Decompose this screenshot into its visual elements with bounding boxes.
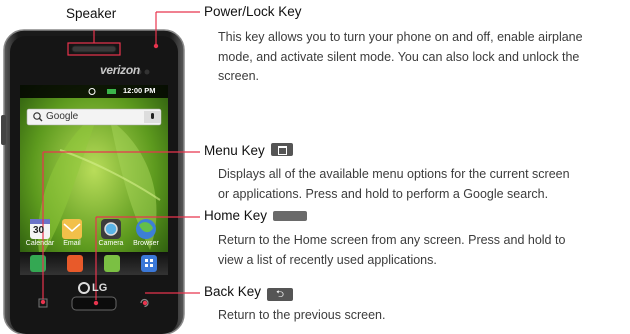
status-time: 12:00 PM	[123, 86, 156, 95]
app-label-camera[interactable]: Camera	[93, 240, 129, 247]
back-key-icon: ⮌	[267, 288, 294, 301]
speaker-grille	[71, 45, 117, 53]
callout-title-back-key: Back Key ⮌	[204, 284, 294, 301]
app-label-calendar[interactable]: Calendar	[22, 240, 58, 247]
speaker-label: Speaker	[66, 6, 117, 21]
callout-desc-home-key: Return to the Home screen from any scree…	[218, 233, 566, 267]
callout-title-power-lock-key: Power/Lock Key	[204, 4, 302, 19]
carrier-logo: verizon	[100, 63, 140, 77]
callout-title-menu-key: Menu Key	[204, 143, 293, 158]
side-key	[1, 115, 6, 145]
callout-title-home-key: Home Key	[204, 208, 308, 223]
calendar-day: 30	[33, 225, 45, 236]
callout-desc-menu-key: Displays all of the available menu optio…	[218, 167, 570, 201]
app-label-browser[interactable]: Browser	[128, 240, 164, 247]
callout-desc-power-lock-key: This key allows you to turn your phone o…	[218, 30, 583, 83]
menu-key-icon	[270, 143, 293, 156]
home-key-icon	[273, 211, 308, 221]
search-input[interactable]: Google	[46, 111, 78, 122]
brand-logo: LG	[92, 282, 108, 294]
app-label-email[interactable]: Email	[54, 240, 90, 247]
callout-desc-back-key: Return to the previous screen.	[218, 308, 386, 322]
